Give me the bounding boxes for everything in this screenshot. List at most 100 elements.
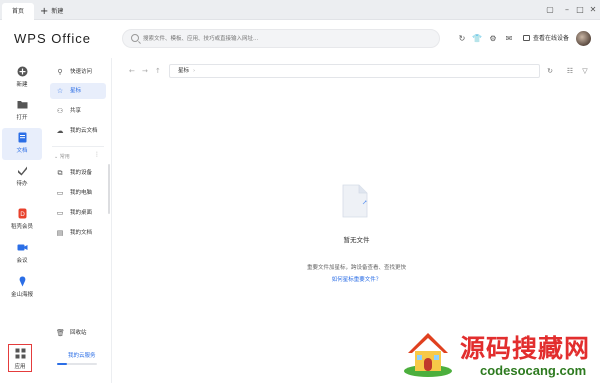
message-icon[interactable]: ✉ xyxy=(504,34,514,44)
trash-icon: 🗑 xyxy=(56,329,65,337)
sidebar-item-my-desktop[interactable]: ▭ 我的桌面 xyxy=(50,205,106,221)
checkmark-icon xyxy=(17,166,27,176)
docer-icon: D xyxy=(18,208,26,219)
nav-label: 新建 xyxy=(16,82,28,88)
nav-item-open[interactable]: 打开 xyxy=(2,95,42,127)
house-logo-icon xyxy=(404,333,452,377)
search-icon xyxy=(131,34,139,42)
chevron-right-icon: › xyxy=(193,68,196,74)
nav-item-new[interactable]: 新建 xyxy=(2,62,42,94)
nav-label: 文档 xyxy=(16,148,28,154)
sidebar-scrollbar[interactable] xyxy=(108,164,110,214)
sidebar-item-cloud-docs[interactable]: ☁ 我的云文档 xyxy=(50,123,106,139)
nav-item-meeting[interactable]: 会议 xyxy=(2,238,42,270)
sidebar-item-label: 星标 xyxy=(70,88,82,94)
share-icon: ⚇ xyxy=(56,107,64,115)
watermark: 源码搜藏网 codesocang.com xyxy=(398,325,600,383)
window-layout-icon[interactable]: ▢ xyxy=(544,4,556,16)
section-common-label[interactable]: ⌄ 常用 xyxy=(54,153,70,160)
folder-icon xyxy=(17,101,27,109)
nav-label: 金山海报 xyxy=(10,292,33,298)
plus-icon: + xyxy=(40,6,49,17)
empty-description: 重要文件加星标，跨设备查看、查找更快 xyxy=(306,265,406,271)
breadcrumb[interactable]: 星标 › xyxy=(169,64,540,78)
skin-icon[interactable]: 👕 xyxy=(472,34,482,44)
minimize-icon[interactable]: – xyxy=(561,4,573,16)
settings-gear-icon[interactable]: ⚙ xyxy=(488,34,498,44)
empty-title: 暂无文件 xyxy=(343,236,370,244)
title-bar: 首页 + 新建 ▢ – □ ✕ xyxy=(0,0,600,20)
cloud-storage-bar xyxy=(57,363,97,365)
close-icon[interactable]: ✕ xyxy=(587,4,599,16)
breadcrumb-item[interactable]: 星标 xyxy=(178,68,189,74)
cloud-icon: ☁ xyxy=(56,127,64,135)
sidebar-item-label: 我的桌面 xyxy=(70,210,93,216)
nav-label: 待办 xyxy=(16,181,28,187)
nav-label: 打开 xyxy=(16,115,28,121)
sidebar-item-label: 共享 xyxy=(70,108,82,114)
nav-item-docer[interactable]: D 稻壳会员 xyxy=(2,204,42,236)
video-icon xyxy=(17,244,27,251)
sidebar-item-label: 我的电脑 xyxy=(70,190,93,196)
device-icon: ⧉ xyxy=(57,169,63,177)
apps-grid-icon xyxy=(15,348,25,359)
sidebar-item-starred[interactable]: ☆ 星标 xyxy=(50,83,106,99)
documents-icon: ▤ xyxy=(56,229,64,237)
sidebar-item-my-computer[interactable]: ▭ 我的电脑 xyxy=(50,185,106,201)
new-tab-button[interactable]: + 新建 xyxy=(40,3,63,20)
sidebar-item-recycle-bin[interactable]: 🗑 回收站 xyxy=(50,325,106,341)
back-arrow-icon[interactable]: ← xyxy=(129,67,135,75)
new-tab-label: 新建 xyxy=(51,8,64,15)
desktop-icon: ▭ xyxy=(56,209,64,217)
devices-icon xyxy=(523,35,530,41)
header: WPS Office ↻ 👕 ⚙ ✉ 查看在线设备 xyxy=(0,20,600,58)
cloud-storage-fill xyxy=(57,363,67,365)
sidebar-item-label: 我的设备 xyxy=(70,170,93,176)
nav-label: 稻壳会员 xyxy=(10,224,33,230)
nav-item-todo[interactable]: 待办 xyxy=(2,161,42,193)
sidebar-item-my-documents[interactable]: ▤ 我的文档 xyxy=(50,225,106,241)
empty-file-icon xyxy=(342,184,368,218)
sidebar-item-quick-access[interactable]: ⚲ 快速访问 xyxy=(50,64,106,80)
file-sidebar: ⚲ 快速访问 ☆ 星标 ⚇ 共享 ☁ 我的云文档 ⌄ 常用 ⋮ ⧉ 我的设备 ▭ 我的电脑 … xyxy=(44,58,112,383)
section-label: 常用 xyxy=(59,154,70,160)
sidebar-item-label: 我的云文档 xyxy=(70,128,98,134)
view-mode-icon[interactable]: ☷ xyxy=(565,66,575,76)
sidebar-item-my-devices[interactable]: ⧉ 我的设备 xyxy=(50,165,106,181)
computer-icon: ▭ xyxy=(56,189,64,197)
tab-home[interactable]: 首页 xyxy=(2,3,34,20)
star-icon: ☆ xyxy=(56,87,64,95)
forward-arrow-icon[interactable]: → xyxy=(142,67,148,75)
left-nav: 新建 打开 文档 待办 D 稻壳会员 会议 金山海报 应用 xyxy=(0,58,44,383)
search-input[interactable] xyxy=(143,32,433,46)
refresh-sync-icon[interactable]: ↻ xyxy=(457,34,467,44)
online-devices-button[interactable]: 查看在线设备 xyxy=(523,34,569,44)
nav-item-apps[interactable]: 应用 xyxy=(8,344,32,372)
refresh-icon[interactable]: ↻ xyxy=(545,66,555,76)
watermark-text: 源码搜藏网 xyxy=(460,334,591,363)
divider xyxy=(52,146,104,147)
sidebar-item-label: 回收站 xyxy=(70,330,87,336)
poster-icon xyxy=(19,276,25,287)
how-to-star-link[interactable]: 如何星标重要文件？ xyxy=(113,275,600,283)
pin-icon: ⚲ xyxy=(57,68,63,76)
maximize-icon[interactable]: □ xyxy=(574,4,586,16)
devices-label: 查看在线设备 xyxy=(533,35,570,42)
more-dots-icon[interactable]: ⋮ xyxy=(94,151,100,158)
watermark-url: codesocang.com xyxy=(480,363,587,378)
nav-item-documents[interactable]: 文档 xyxy=(2,128,42,160)
filter-icon[interactable]: ▽ xyxy=(580,66,590,76)
search-box[interactable] xyxy=(122,29,440,48)
svg-text:D: D xyxy=(20,211,25,218)
sidebar-item-shared[interactable]: ⚇ 共享 xyxy=(50,103,106,119)
nav-label: 应用 xyxy=(14,364,26,370)
nav-label: 会议 xyxy=(16,258,28,264)
my-cloud-service-link[interactable]: 我的云服务 xyxy=(68,351,96,359)
sidebar-item-label: 快速访问 xyxy=(70,69,93,75)
nav-item-poster[interactable]: 金山海报 xyxy=(2,272,42,304)
avatar[interactable] xyxy=(576,31,591,46)
sidebar-item-label: 我的文档 xyxy=(70,230,93,236)
wps-logo: WPS Office xyxy=(14,31,91,46)
up-arrow-icon[interactable]: ↑ xyxy=(155,67,161,75)
document-icon xyxy=(18,132,26,143)
